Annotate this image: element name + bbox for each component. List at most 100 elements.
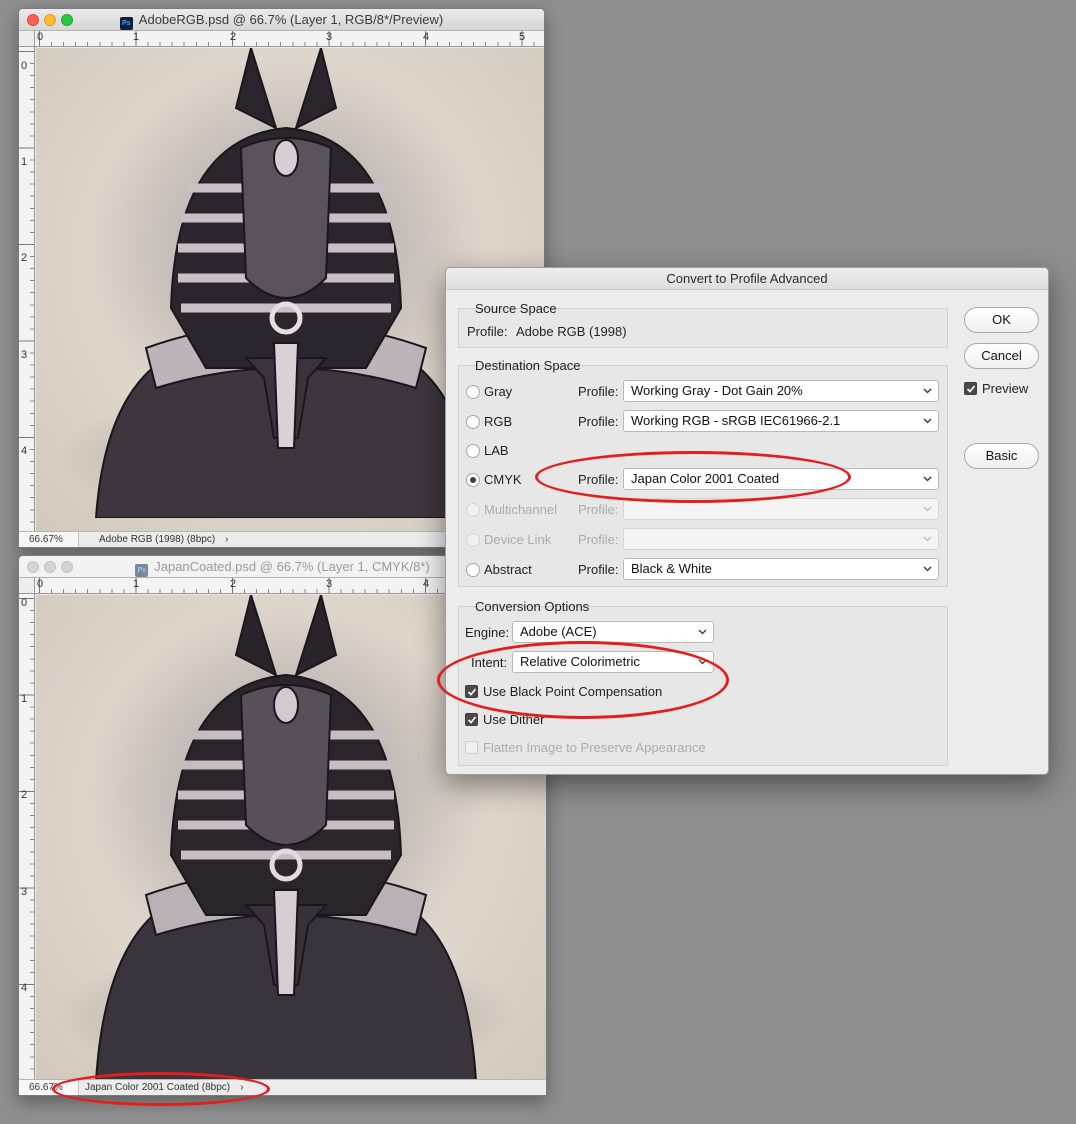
vertical-ruler[interactable]: 0 1 2 3 4 [19,594,35,1079]
ruler-tick-label: 3 [326,578,333,590]
ruler-tick-label: 5 [519,31,526,43]
zoom-level-field[interactable]: 66.67% [19,1080,79,1095]
radio-device-link-label: Device Link [484,532,552,547]
ruler-tick-label: 4 [423,578,430,590]
ruler-tick-label: 1 [133,578,140,590]
ok-button[interactable]: OK [964,307,1039,333]
cmyk-profile-label: Profile: [578,472,619,487]
ruler-tick-label: 1 [21,693,28,705]
source-space-title: Source Space [475,301,557,316]
convert-to-profile-dialog: Convert to Profile Advanced Source Space… [445,267,1049,775]
chevron-right-icon: › [225,534,229,545]
document-profile-info[interactable]: Adobe RGB (1998) (8bpc) › [99,532,229,547]
radio-cmyk-label: CMYK [484,472,522,487]
minimize-window-button[interactable] [44,561,56,573]
document-profile-info[interactable]: Japan Color 2001 Coated (8bpc) › [85,1080,243,1095]
engine-select[interactable]: Adobe (ACE) [512,621,714,643]
abstract-profile-value: Black & White [631,561,712,576]
chevron-down-icon [923,564,932,573]
ruler-tick-label: 3 [326,31,333,43]
cmyk-profile-value: Japan Color 2001 Coated [631,471,780,486]
engine-value: Adobe (ACE) [520,624,597,639]
black-point-checkbox[interactable] [465,685,478,698]
close-window-button[interactable] [27,561,39,573]
device-link-profile-label: Profile: [578,532,619,547]
horizontal-ruler[interactable]: 0 1 2 3 4 5 [35,31,544,47]
photoshop-file-icon: Ps [119,17,133,30]
engine-label: Engine: [465,625,510,640]
black-point-label: Use Black Point Compensation [483,684,663,699]
ruler-tick-label: 2 [21,252,28,264]
basic-button[interactable]: Basic [964,443,1039,469]
chevron-down-icon [923,416,932,425]
ruler-origin[interactable] [19,31,35,47]
dither-checkbox[interactable] [465,713,478,726]
rgb-profile-value: Working RGB - sRGB IEC61966-2.1 [631,413,841,428]
close-window-button[interactable] [27,14,39,26]
window-title: AdobeRGB.psd @ 66.7% (Layer 1, RGB/8*/Pr… [138,12,444,27]
intent-value: Relative Colorimetric [520,654,640,669]
ruler-tick-label: 4 [21,982,28,994]
document-profile-text: Japan Color 2001 Coated (8bpc) [85,1082,231,1093]
ruler-tick-label: 0 [37,578,44,590]
radio-rgb[interactable] [466,415,480,429]
gray-profile-select[interactable]: Working Gray - Dot Gain 20% [623,380,939,402]
radio-lab[interactable] [466,444,480,458]
photoshop-file-icon: Ps [135,564,149,577]
chevron-down-icon [923,504,932,513]
radio-lab-label: LAB [484,443,509,458]
radio-rgb-label: RGB [484,414,513,429]
zoom-window-button[interactable] [61,14,73,26]
gray-profile-label: Profile: [578,384,619,399]
ruler-tick-label: 2 [21,789,28,801]
radio-abstract[interactable] [466,563,480,577]
chevron-down-icon [923,386,932,395]
gray-profile-value: Working Gray - Dot Gain 20% [631,383,803,398]
zoom-window-button[interactable] [61,561,73,573]
cancel-button[interactable]: Cancel [964,343,1039,369]
preview-checkbox[interactable] [964,382,977,395]
chevron-down-icon [698,627,707,636]
chevron-right-icon: › [240,1082,244,1093]
flatten-checkbox[interactable] [465,741,478,754]
ruler-tick-label: 0 [21,597,28,609]
radio-device-link[interactable] [466,533,480,547]
checkmark-icon [467,688,477,696]
minimize-window-button[interactable] [44,14,56,26]
ruler-origin[interactable] [19,578,35,594]
abstract-profile-select[interactable]: Black & White [623,558,939,580]
ruler-tick-label: 4 [423,31,430,43]
ruler-tick-label: 3 [21,349,28,361]
checkmark-icon [467,716,477,724]
radio-abstract-label: Abstract [484,562,532,577]
zoom-level-field[interactable]: 66.67% [19,532,79,547]
window-title-bar[interactable]: Ps AdobeRGB.psd @ 66.7% (Layer 1, RGB/8*/… [19,9,544,31]
radio-gray-label: Gray [484,384,513,399]
radio-gray[interactable] [466,385,480,399]
chevron-down-icon [923,474,932,483]
intent-label: Intent: [471,655,508,670]
document-profile-text: Adobe RGB (1998) (8bpc) [99,534,216,545]
radio-multichannel[interactable] [466,503,480,517]
window-title: JapanCoated.psd @ 66.7% (Layer 1, CMYK/8… [154,559,430,574]
device-link-profile-select[interactable] [623,528,939,550]
ruler-tick-label: 4 [21,445,28,457]
checkmark-icon [966,385,976,393]
intent-select[interactable]: Relative Colorimetric [512,651,714,673]
radio-multichannel-label: Multichannel [484,502,557,517]
source-profile-value: Adobe RGB (1998) [516,324,627,339]
ruler-tick-label: 3 [21,886,28,898]
conversion-options-title: Conversion Options [475,599,590,614]
ruler-tick-label: 1 [133,31,140,43]
ruler-tick-label: 0 [21,60,28,72]
multichannel-profile-select[interactable] [623,498,939,520]
vertical-ruler[interactable]: 0 1 2 3 4 [19,47,35,531]
status-bar: 66.67% Japan Color 2001 Coated (8bpc) › [19,1079,546,1095]
flatten-label: Flatten Image to Preserve Appearance [483,740,706,755]
chevron-down-icon [923,534,932,543]
rgb-profile-select[interactable]: Working RGB - sRGB IEC61966-2.1 [623,410,939,432]
abstract-profile-label: Profile: [578,562,619,577]
radio-cmyk[interactable] [466,473,480,487]
cmyk-profile-select[interactable]: Japan Color 2001 Coated [623,468,939,490]
ruler-tick-label: 2 [230,31,237,43]
